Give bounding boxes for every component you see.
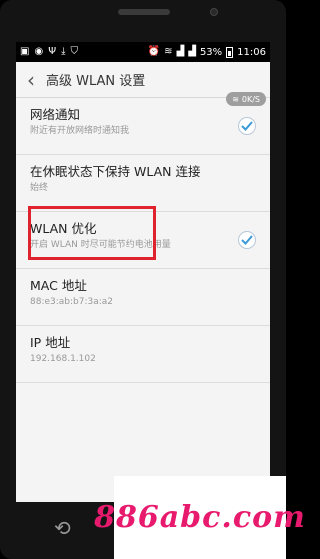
- screen: ▣ ◉ Ψ ⤓ ⛉ ⏰ ≋ ▟ ▟ 53% 11:06 ‹ 高级 WLAN 设置: [16, 42, 270, 502]
- setting-subtitle: 88:e3:ab:b7:3a:a2: [30, 297, 114, 307]
- alarm-icon: ⏰: [147, 46, 161, 57]
- back-button[interactable]: ‹: [16, 68, 46, 92]
- setting-keep-wlan-on-sleep[interactable]: 在休眠状态下保持 WLAN 连接 始终: [16, 155, 270, 212]
- signal-icon: ▟: [188, 46, 196, 57]
- page-title: 高级 WLAN 设置: [46, 74, 146, 89]
- clock: 11:06: [237, 46, 266, 58]
- image-icon: ▣: [20, 46, 30, 57]
- mac-address-highlight: [28, 206, 156, 260]
- battery-percent: 53%: [199, 46, 223, 58]
- setting-ip-address[interactable]: IP 地址 192.168.1.102: [16, 326, 270, 383]
- usb-icon: Ψ: [48, 46, 57, 57]
- setting-network-notify[interactable]: 网络通知 附近有开放网络时通知我: [16, 98, 270, 155]
- status-bar: ▣ ◉ Ψ ⤓ ⛉ ⏰ ≋ ▟ ▟ 53% 11:06: [16, 42, 270, 62]
- setting-title: 在休眠状态下保持 WLAN 连接: [30, 164, 201, 179]
- back-arrow-icon[interactable]: ⟲: [54, 516, 71, 540]
- signal-icon: ▟: [176, 46, 185, 57]
- chevron-left-icon: ‹: [27, 67, 35, 92]
- shield-icon: ⛉: [70, 46, 78, 57]
- front-camera: [210, 8, 218, 16]
- watermark: 886abc.com: [94, 476, 305, 559]
- setting-title: MAC 地址: [30, 278, 87, 293]
- earpiece: [118, 9, 170, 15]
- wifi-icon: ≋: [232, 94, 239, 104]
- battery-icon: [226, 46, 234, 58]
- phone-frame: ▣ ◉ Ψ ⤓ ⛉ ⏰ ≋ ▟ ▟ 53% 11:06 ‹ 高级 WLAN 设置: [0, 0, 305, 559]
- setting-subtitle: 192.168.1.102: [30, 354, 96, 364]
- setting-subtitle: 始终: [30, 183, 49, 193]
- setting-title: 网络通知: [30, 107, 81, 122]
- watermark-text: 886abc.com: [94, 500, 306, 535]
- setting-subtitle: 附近有开放网络时通知我: [30, 126, 130, 136]
- setting-mac-address[interactable]: MAC 地址 88:e3:ab:b7:3a:a2: [16, 269, 270, 326]
- record-icon: ◉: [34, 46, 44, 57]
- speed-value: 0K/S: [241, 94, 260, 104]
- download-icon: ⤓: [61, 46, 66, 57]
- speed-badge: ≋ 0K/S: [226, 92, 266, 106]
- checkmark-icon[interactable]: [238, 231, 256, 249]
- checkmark-icon[interactable]: [238, 117, 256, 135]
- setting-title: IP 地址: [30, 335, 71, 350]
- wifi-icon: ≋: [164, 46, 173, 57]
